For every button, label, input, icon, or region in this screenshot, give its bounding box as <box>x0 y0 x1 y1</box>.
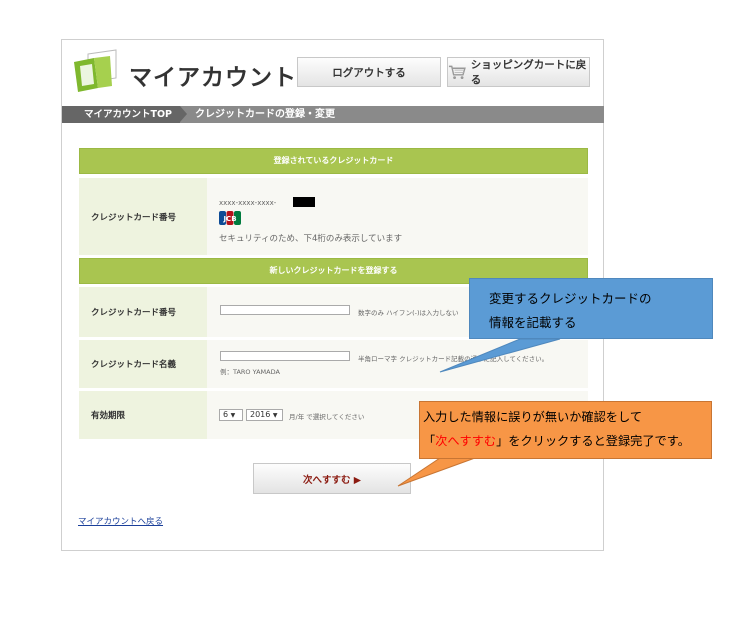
orange-callout-highlight: 次へすすむ <box>435 434 497 448</box>
orange-callout: 入力した情報に誤りが無いか確認をして 「次へすすむ」をクリックすると登録完了です… <box>419 401 712 459</box>
orange-callout-line1: 入力した情報に誤りが無いか確認をして <box>423 410 643 424</box>
orange-callout-line2: 「次へすすむ」をクリックすると登録完了です。 <box>423 429 711 453</box>
blue-callout-line1: 変更するクレジットカードの <box>489 291 652 306</box>
blue-callout: 変更するクレジットカードの 情報を記載する <box>469 278 713 339</box>
blue-callout-line2: 情報を記載する <box>489 315 577 330</box>
orange-callout-rest: 」をクリックすると登録完了です。 <box>496 434 690 448</box>
orange-callout-open-bracket: 「 <box>423 434 436 448</box>
